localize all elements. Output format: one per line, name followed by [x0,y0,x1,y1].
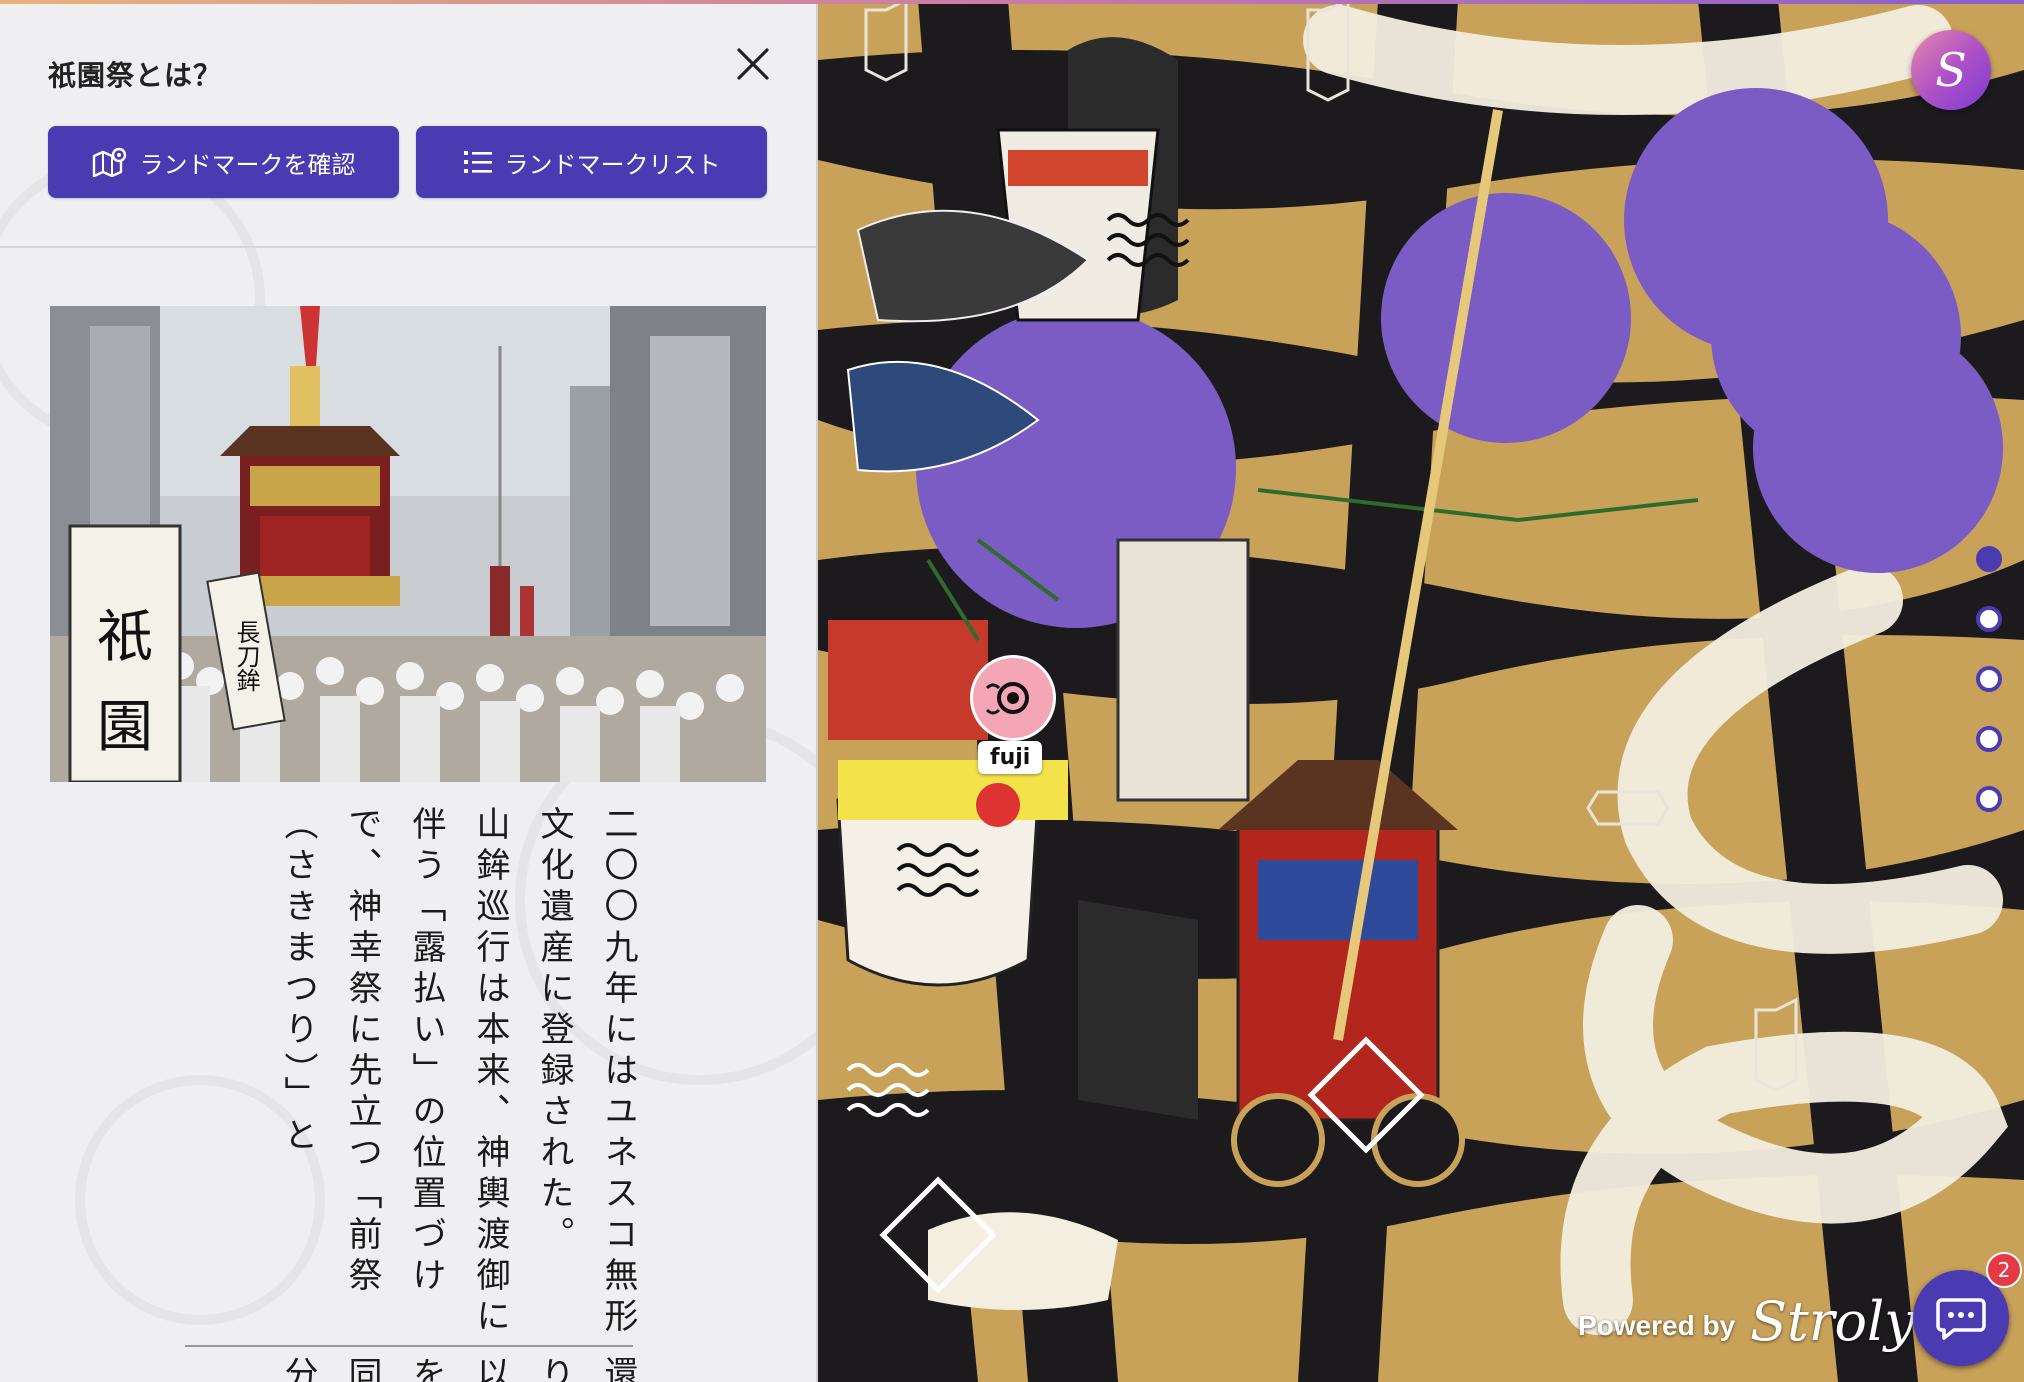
article-paragraph-1: 二〇〇九年にはユネスコ無形文化遺産に登録された。 [534,806,638,1339]
map-pin-icon [92,147,126,177]
powered-by-text: Powered by [1578,1310,1736,1341]
fuji-marker-icon[interactable] [970,655,1056,741]
close-icon [737,48,769,80]
article-paragraph-2: 山鉾巡行は本来、神輿渡御に伴う「露払い」の位置づけで、神幸祭に先立つ「前祭（さき… [278,806,510,1339]
pagination-dot-5[interactable] [1976,786,2002,812]
list-icon [463,151,492,173]
chat-notification-badge: 2 [1986,1252,2022,1288]
article-next-column: 還り以を同分 [278,1356,638,1382]
pagination-dot-3[interactable] [1976,666,2002,692]
banner-gion-2: 園 [97,695,153,760]
landmark-list-button[interactable]: ランドマークリスト [416,126,767,198]
view-landmark-label: ランドマークを確認 [139,150,356,179]
view-landmark-button[interactable]: ランドマークを確認 [48,126,399,198]
close-button[interactable] [733,44,773,84]
pagination-dot-2[interactable] [1976,606,2002,632]
landmark-list-label: ランドマークリスト [504,150,721,179]
carousel-pagination [1976,546,2010,846]
panel-header: 祇園祭とは？ ランドマークを確認 ランドマークリスト [0,0,816,248]
fuji-marker-label[interactable]: fuji [978,741,1043,774]
festival-photo: 祇 園 長刀鉾 [50,306,766,782]
banner-gion-1: 祇 [97,605,153,670]
stroly-brand-logo[interactable]: Stroly [1750,1290,1915,1353]
stroly-logo-button[interactable]: S [1911,30,1991,110]
pagination-dot-4[interactable] [1976,726,2002,752]
panel-title: 祇園祭とは？ [48,59,223,92]
eye-face-icon [985,682,1029,715]
pagination-dot-1[interactable] [1976,546,2002,572]
top-gradient-bar [0,0,2024,4]
chat-bubble-icon [1936,1298,1986,1340]
banner-naginata: 長刀鉾 [232,620,260,692]
article-text: 二〇〇九年にはユネスコ無形文化遺産に登録された。 山鉾巡行は本来、神輿渡御に伴う… [160,806,650,1346]
article-divider [185,1345,633,1347]
info-panel: 祇園祭とは？ ランドマークを確認 ランドマークリスト 祇 園 長刀鉾 二〇〇九年… [0,0,818,1382]
illustrated-map[interactable]: fuji [818,0,2024,1382]
